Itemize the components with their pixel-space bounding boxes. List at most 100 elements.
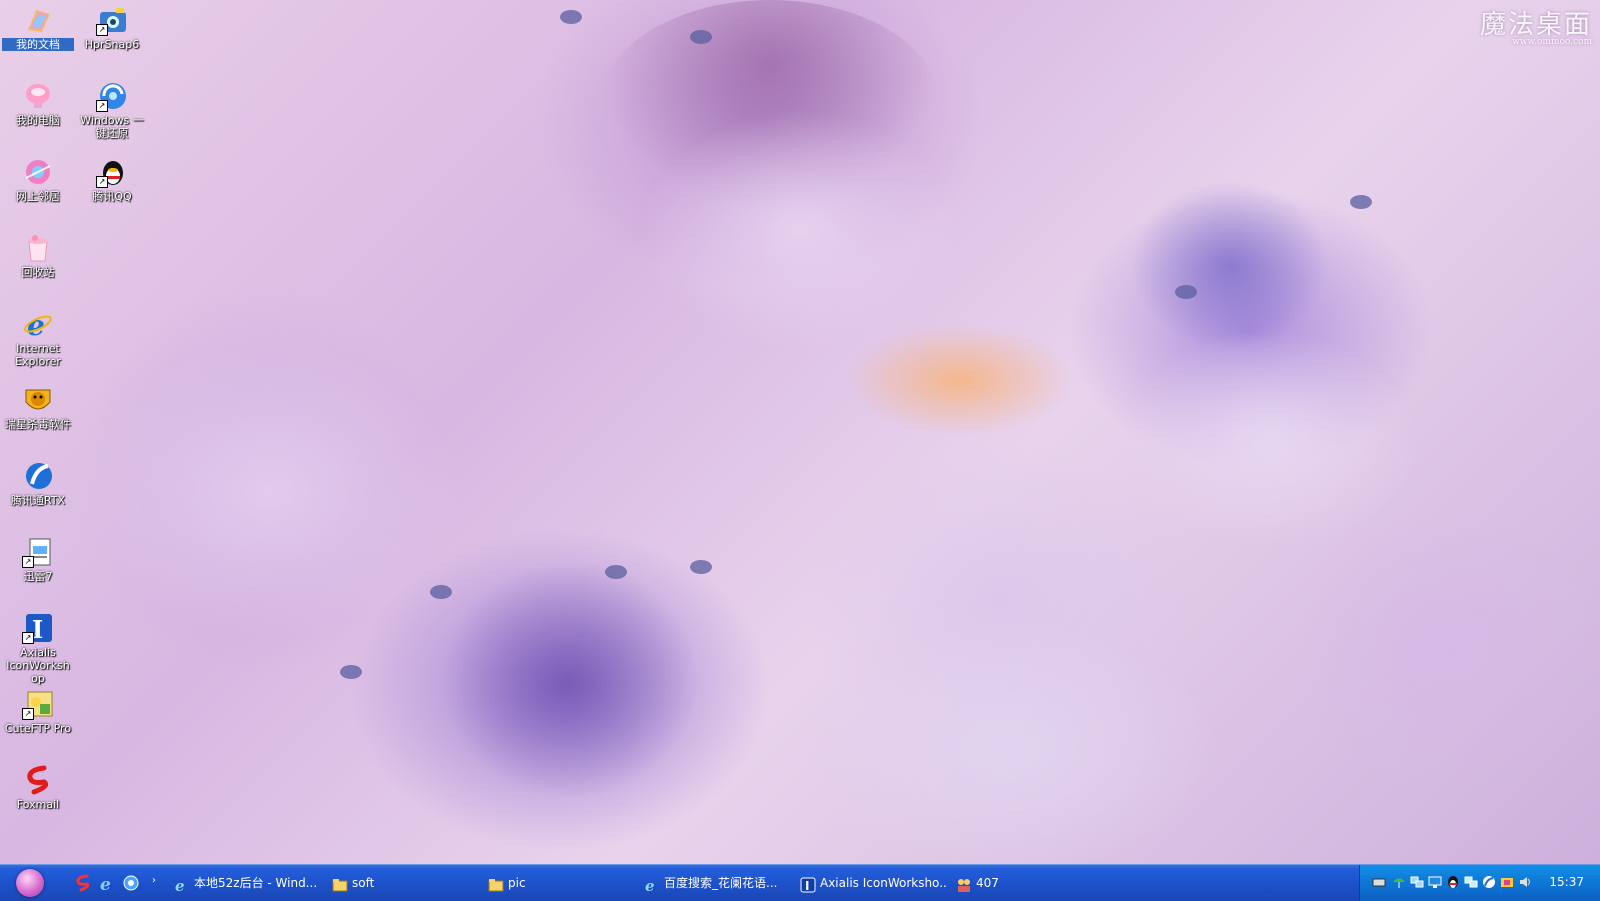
- task-label: pic: [508, 876, 526, 890]
- desktop-icon-thunder7[interactable]: ↗ 迅雷7: [2, 536, 74, 583]
- desktop-icon-recycle-bin[interactable]: 回收站: [2, 232, 74, 279]
- desktop-icon-label: Internet Explorer: [15, 342, 61, 368]
- task-button-iconworkshop[interactable]: I Axialis IconWorksho...: [794, 869, 946, 897]
- network-icon[interactable]: [1410, 875, 1424, 889]
- task-label: 407: [976, 876, 999, 890]
- internet-explorer-icon: e: [644, 875, 660, 895]
- cuteftp-icon: ↗: [22, 688, 54, 720]
- wallpaper-petal: [640, 110, 960, 350]
- lion-icon[interactable]: [1500, 875, 1514, 889]
- desktop-icon-my-documents[interactable]: 我的文档: [2, 4, 74, 51]
- desktop-icon-axialis-iconworkshop[interactable]: I ↗ Axialis IconWorkshop: [2, 612, 74, 685]
- rtx-icon[interactable]: [1482, 875, 1496, 889]
- browser-icon: [123, 875, 139, 891]
- desktop-icon-qq[interactable]: ↗ 腾讯QQ: [76, 156, 148, 203]
- desktop-icon-rising-antivirus[interactable]: 瑞星杀毒软件: [2, 384, 74, 431]
- desktop-icon-label: CuteFTP Pro: [4, 722, 72, 735]
- rtx-icon: [22, 460, 54, 492]
- desktop-icon-foxmail[interactable]: Foxmail: [2, 764, 74, 811]
- desktop-icon-label: 迅雷7: [23, 570, 53, 583]
- qq-penguin-icon: ↗: [96, 156, 128, 188]
- clock[interactable]: 15:37: [1549, 875, 1584, 889]
- desktop-icon-label: 瑞星杀毒软件: [5, 418, 71, 431]
- desktop[interactable]: 魔法桌面 www.ommoo.com 我的文档 ↗ HprSnap6 我的电脑 …: [0, 0, 1600, 864]
- svg-text:e: e: [175, 877, 185, 893]
- internet-explorer-icon: e: [100, 875, 111, 895]
- desktop-icon-label: 我的电脑: [16, 114, 60, 127]
- start-button[interactable]: [16, 869, 44, 897]
- desktop-icon-label: 腾讯通RTX: [10, 494, 66, 507]
- camera-icon: ↗: [96, 4, 128, 36]
- task-button-407[interactable]: 407: [950, 869, 1102, 897]
- monitor-icon[interactable]: [1428, 875, 1442, 889]
- network-icon: [22, 156, 54, 188]
- wallpaper-stamen: [560, 10, 582, 24]
- task-button-ie-backend[interactable]: e 本地52z后台 - Wind...: [168, 869, 320, 897]
- wallpaper-stamen: [1175, 285, 1197, 299]
- quick-launch-foxmail[interactable]: [74, 874, 92, 892]
- desktop-icon-hprsnap6[interactable]: ↗ HprSnap6: [76, 4, 148, 51]
- task-button-soft[interactable]: soft: [326, 869, 478, 897]
- svg-text:e: e: [645, 877, 655, 893]
- task-label: Axialis IconWorksho...: [820, 876, 946, 890]
- task-button-baidu-search[interactable]: e 百度搜索_花阑花语...: [638, 869, 790, 897]
- desktop-icon-my-computer[interactable]: 我的电脑: [2, 80, 74, 127]
- recycle-bin-icon: [22, 232, 54, 264]
- svg-text:e: e: [100, 875, 111, 892]
- foxmail-icon: [76, 874, 90, 892]
- qq-penguin-icon[interactable]: [1446, 875, 1460, 889]
- task-label: 百度搜索_花阑花语...: [664, 876, 778, 890]
- keyboard-icon[interactable]: [1372, 875, 1386, 889]
- computer-icon: [22, 80, 54, 112]
- restore-icon: ↗: [96, 80, 128, 112]
- desktop-icon-label: 回收站: [21, 266, 55, 279]
- wallpaper-petal: [1130, 180, 1330, 350]
- folder-icon: [488, 875, 504, 892]
- wallpaper-stamen: [690, 30, 712, 44]
- thunder-icon: ↗: [22, 536, 54, 568]
- desktop-icon-cuteftp-pro[interactable]: ↗ CuteFTP Pro: [2, 688, 74, 735]
- desktop-icon-label: Foxmail: [16, 798, 60, 811]
- desktop-icon-label: 我的文档: [2, 38, 74, 51]
- foxmail-icon: [22, 764, 54, 796]
- desktop-icon-label: 网上邻居: [16, 190, 60, 203]
- wallpaper-stamen: [605, 565, 627, 579]
- desktop-icon-network[interactable]: 网上邻居: [2, 156, 74, 203]
- wallpaper-petal: [1120, 330, 1420, 550]
- folder-icon: [332, 875, 348, 892]
- internet-explorer-icon: e: [22, 308, 54, 342]
- watermark-title: 魔法桌面: [1479, 10, 1592, 40]
- wallpaper-petal: [800, 620, 1220, 864]
- speaker-icon[interactable]: [1518, 875, 1532, 889]
- wallpaper-petal: [80, 340, 460, 640]
- quick-launch-browser[interactable]: [122, 874, 140, 892]
- task-label: soft: [352, 876, 375, 890]
- network-icon[interactable]: [1464, 875, 1478, 889]
- wallpaper-stamen: [430, 585, 452, 599]
- desktop-icon-internet-explorer[interactable]: e Internet Explorer: [2, 308, 74, 368]
- svg-text:I: I: [805, 879, 809, 893]
- quick-launch-chevron[interactable]: ›: [152, 875, 156, 886]
- wallpaper-petal: [600, 0, 940, 210]
- desktop-icon-label: HprSnap6: [84, 38, 140, 51]
- internet-explorer-icon: e: [174, 875, 190, 895]
- taskbar: e › e 本地52z后台 - Wind... soft pic e 百度搜索_…: [0, 864, 1600, 901]
- task-button-pic[interactable]: pic: [482, 869, 634, 897]
- wallpaper-stamen: [340, 665, 362, 679]
- quick-launch-internet-explorer[interactable]: e: [98, 874, 116, 895]
- wallpaper-petal: [440, 560, 700, 800]
- users-icon: [956, 875, 972, 892]
- wallpaper-stamen: [690, 560, 712, 574]
- antivirus-lion-icon: [22, 384, 54, 416]
- desktop-icon-windows-restore[interactable]: ↗ Windows 一键还原: [76, 80, 148, 140]
- wallpaper-stamen: [1350, 195, 1372, 209]
- iconworkshop-icon: I ↗: [22, 612, 54, 644]
- umbrella-icon[interactable]: [1392, 875, 1406, 889]
- iconworkshop-icon: I: [800, 875, 816, 893]
- documents-folder-icon: [22, 4, 54, 36]
- task-label: 本地52z后台 - Wind...: [194, 876, 318, 890]
- desktop-icon-label: Axialis IconWorkshop: [6, 646, 70, 685]
- desktop-icon-rtx[interactable]: 腾讯通RTX: [2, 460, 74, 507]
- svg-text:e: e: [27, 309, 45, 340]
- system-tray: 15:37: [1359, 865, 1600, 901]
